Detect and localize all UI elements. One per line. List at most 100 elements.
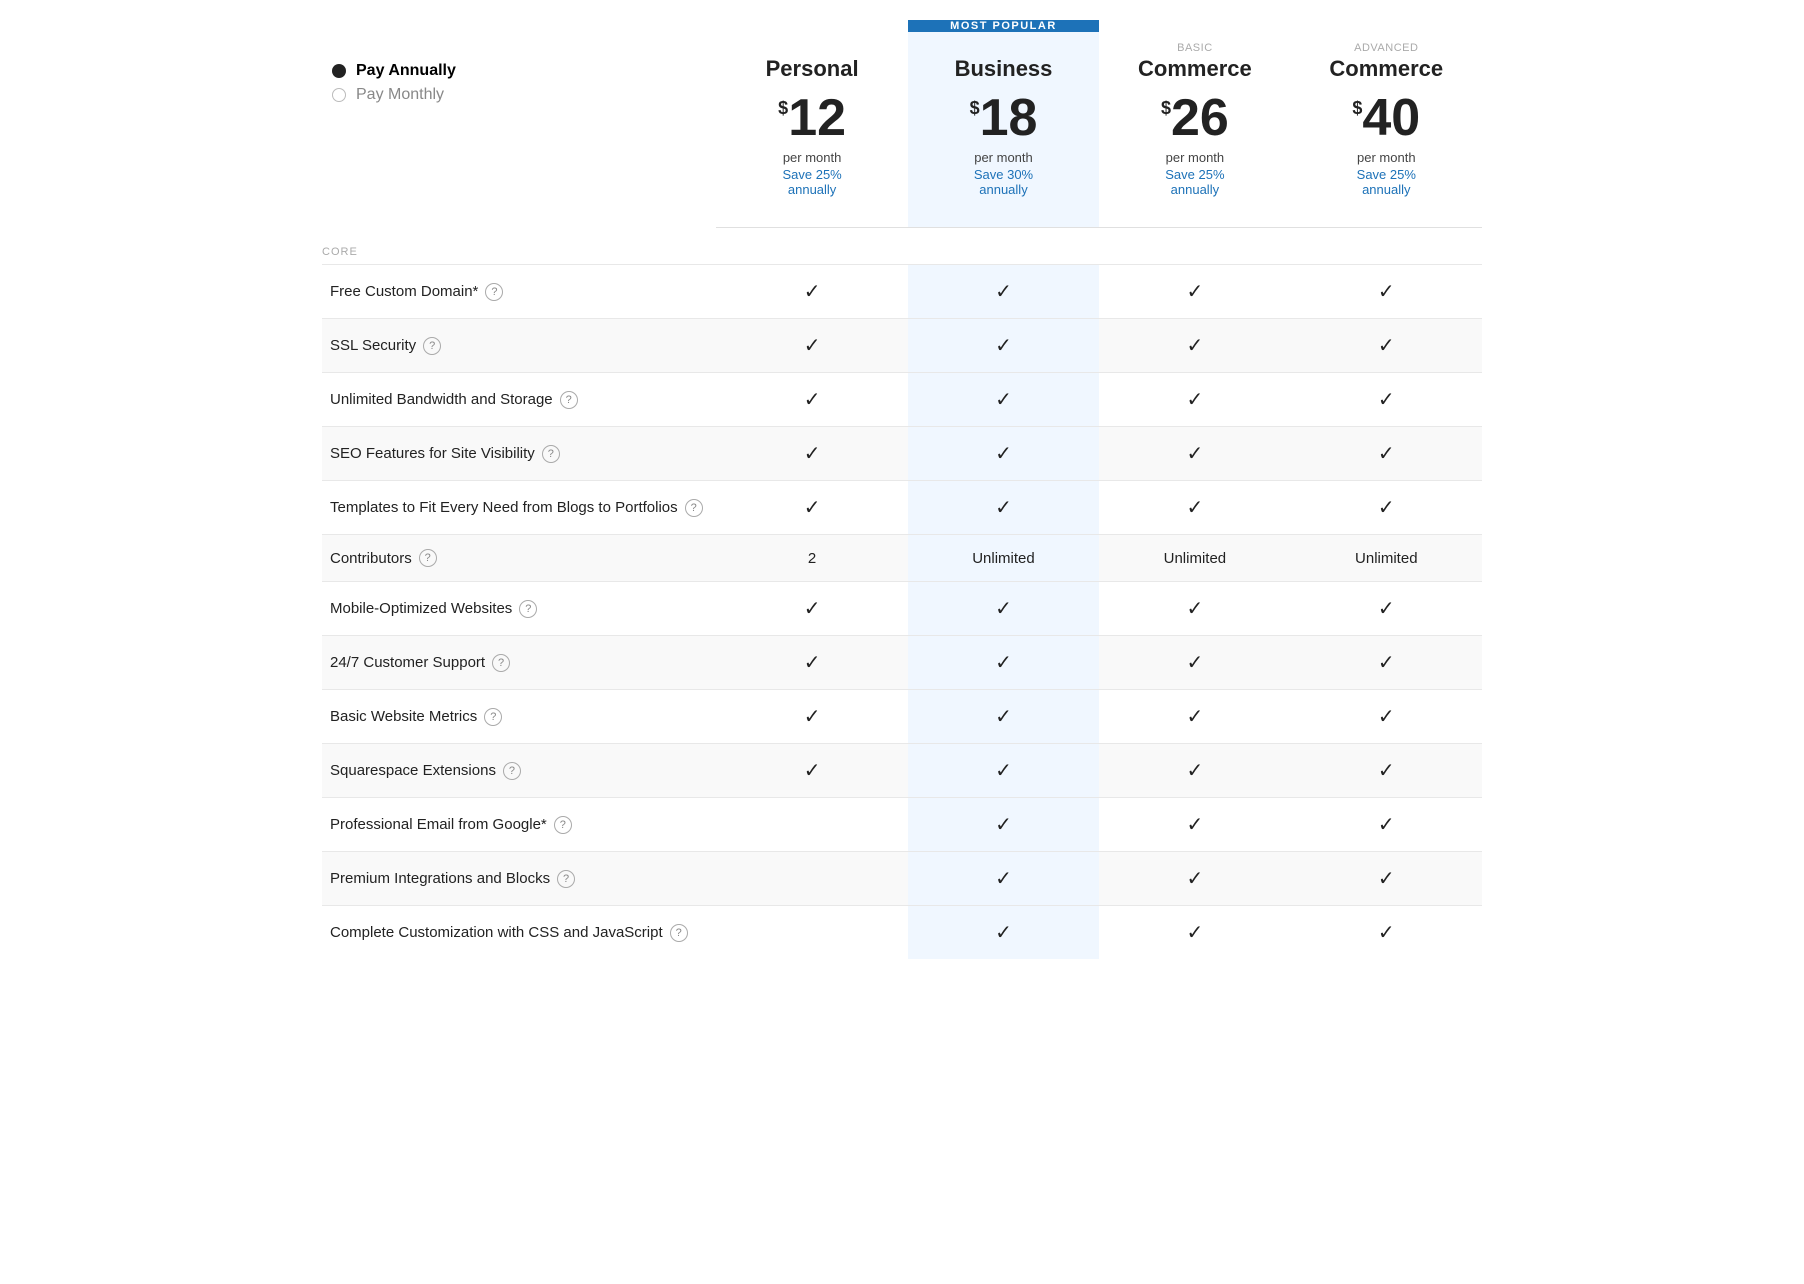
most-popular-banner: MOST POPULAR <box>908 20 1099 32</box>
feature-row: Premium Integrations and Blocks?✓✓✓ <box>322 852 1482 906</box>
help-icon[interactable]: ? <box>560 391 578 409</box>
feature-name-text: Squarespace Extensions <box>330 762 496 779</box>
feature-name-text: SEO Features for Site Visibility <box>330 445 535 462</box>
value-cell <box>716 906 907 960</box>
help-icon[interactable]: ? <box>423 337 441 355</box>
personal-per-month: per month <box>724 150 899 165</box>
feature-row: Basic Website Metrics?✓✓✓✓ <box>322 690 1482 744</box>
most-popular-label: MOST POPULAR <box>950 20 1057 32</box>
feature-name-cell: SEO Features for Site Visibility? <box>322 427 716 481</box>
core-section-label-row: CORE <box>322 228 1482 265</box>
feature-name-cell: Squarespace Extensions? <box>322 744 716 798</box>
banner-empty-personal <box>716 20 907 32</box>
value-cell: ✓ <box>1099 582 1290 636</box>
help-icon[interactable]: ? <box>485 283 503 301</box>
advanced-commerce-price-row: $ 40 <box>1299 92 1474 144</box>
value-cell: ✓ <box>1291 427 1482 481</box>
core-section-label: CORE <box>322 228 1482 265</box>
business-per-month: per month <box>916 150 1091 165</box>
help-icon[interactable]: ? <box>554 816 572 834</box>
feature-name-text: Contributors <box>330 550 412 567</box>
basic-commerce-per-month: per month <box>1107 150 1282 165</box>
feature-name: SSL Security? <box>330 337 708 355</box>
advanced-commerce-per-month: per month <box>1299 150 1474 165</box>
value-cell: ✓ <box>716 744 907 798</box>
business-price: 18 <box>980 92 1038 144</box>
value-cell: ✓ <box>1291 319 1482 373</box>
value-cell: ✓ <box>716 373 907 427</box>
value-cell: ✓ <box>1099 373 1290 427</box>
help-icon[interactable]: ? <box>419 549 437 567</box>
basic-commerce-price: 26 <box>1171 92 1229 144</box>
monthly-radio[interactable] <box>332 88 346 102</box>
value-cell <box>716 798 907 852</box>
help-icon[interactable]: ? <box>492 654 510 672</box>
business-value-cell: ✓ <box>908 744 1099 798</box>
feature-name-cell: Unlimited Bandwidth and Storage? <box>322 373 716 427</box>
value-cell: 2 <box>716 535 907 582</box>
value-cell: ✓ <box>1291 582 1482 636</box>
feature-name-text: Mobile-Optimized Websites <box>330 600 512 617</box>
billing-toggle-cell: Pay Annually Pay Monthly <box>322 32 716 228</box>
value-cell: ✓ <box>1099 690 1290 744</box>
feature-name-text: Premium Integrations and Blocks <box>330 870 550 887</box>
banner-empty-basic <box>1099 20 1290 32</box>
value-cell: ✓ <box>1291 852 1482 906</box>
page-wrapper: MOST POPULAR Pay Annually Pay Monthly <box>302 0 1502 999</box>
help-icon[interactable]: ? <box>519 600 537 618</box>
advanced-commerce-save: Save 25%annually <box>1299 167 1474 197</box>
feature-name-text: Basic Website Metrics <box>330 708 477 725</box>
business-main-name: Business <box>916 56 1091 82</box>
feature-row: Squarespace Extensions?✓✓✓✓ <box>322 744 1482 798</box>
help-icon[interactable]: ? <box>542 445 560 463</box>
value-cell: ✓ <box>1291 636 1482 690</box>
basic-commerce-header: BASIC Commerce $ 26 per month Save 25%an… <box>1099 32 1290 228</box>
feature-row: Complete Customization with CSS and Java… <box>322 906 1482 960</box>
feature-name: 24/7 Customer Support? <box>330 654 708 672</box>
feature-name-cell: Templates to Fit Every Need from Blogs t… <box>322 481 716 535</box>
business-value-cell: ✓ <box>908 906 1099 960</box>
feature-row: SSL Security?✓✓✓✓ <box>322 319 1482 373</box>
banner-empty <box>322 20 716 32</box>
feature-row: Unlimited Bandwidth and Storage?✓✓✓✓ <box>322 373 1482 427</box>
basic-commerce-save: Save 25%annually <box>1107 167 1282 197</box>
value-cell: ✓ <box>716 427 907 481</box>
value-cell: ✓ <box>716 265 907 319</box>
banner-empty-advanced <box>1291 20 1482 32</box>
pay-monthly-option[interactable]: Pay Monthly <box>332 86 716 104</box>
feature-row: Mobile-Optimized Websites?✓✓✓✓ <box>322 582 1482 636</box>
basic-commerce-price-row: $ 26 <box>1107 92 1282 144</box>
feature-name-text: Complete Customization with CSS and Java… <box>330 924 663 941</box>
feature-name: Templates to Fit Every Need from Blogs t… <box>330 499 708 517</box>
business-value-cell: ✓ <box>908 265 1099 319</box>
business-value-cell: ✓ <box>908 319 1099 373</box>
value-cell: ✓ <box>716 481 907 535</box>
personal-price-row: $ 12 <box>724 92 899 144</box>
business-price-row: $ 18 <box>916 92 1091 144</box>
value-cell: ✓ <box>716 636 907 690</box>
personal-header: Personal $ 12 per month Save 25%annually <box>716 32 907 228</box>
help-icon[interactable]: ? <box>557 870 575 888</box>
business-value-cell: ✓ <box>908 481 1099 535</box>
feature-row: Professional Email from Google*?✓✓✓ <box>322 798 1482 852</box>
feature-name-cell: Mobile-Optimized Websites? <box>322 582 716 636</box>
feature-name: Mobile-Optimized Websites? <box>330 600 708 618</box>
help-icon[interactable]: ? <box>685 499 703 517</box>
feature-row: SEO Features for Site Visibility?✓✓✓✓ <box>322 427 1482 481</box>
annually-radio[interactable] <box>332 64 346 78</box>
pay-annually-option[interactable]: Pay Annually <box>332 62 716 80</box>
value-cell: ✓ <box>1099 636 1290 690</box>
help-icon[interactable]: ? <box>503 762 521 780</box>
value-cell: ✓ <box>716 319 907 373</box>
help-icon[interactable]: ? <box>670 924 688 942</box>
business-value-cell: ✓ <box>908 636 1099 690</box>
pricing-table: MOST POPULAR Pay Annually Pay Monthly <box>322 20 1482 959</box>
feature-row: 24/7 Customer Support?✓✓✓✓ <box>322 636 1482 690</box>
feature-name: Professional Email from Google*? <box>330 816 708 834</box>
feature-row: Contributors?2UnlimitedUnlimitedUnlimite… <box>322 535 1482 582</box>
help-icon[interactable]: ? <box>484 708 502 726</box>
advanced-commerce-header: ADVANCED Commerce $ 40 per month Save 25… <box>1291 32 1482 228</box>
value-cell: ✓ <box>1099 798 1290 852</box>
business-value-cell: ✓ <box>908 798 1099 852</box>
basic-commerce-main-name: Commerce <box>1107 56 1282 82</box>
